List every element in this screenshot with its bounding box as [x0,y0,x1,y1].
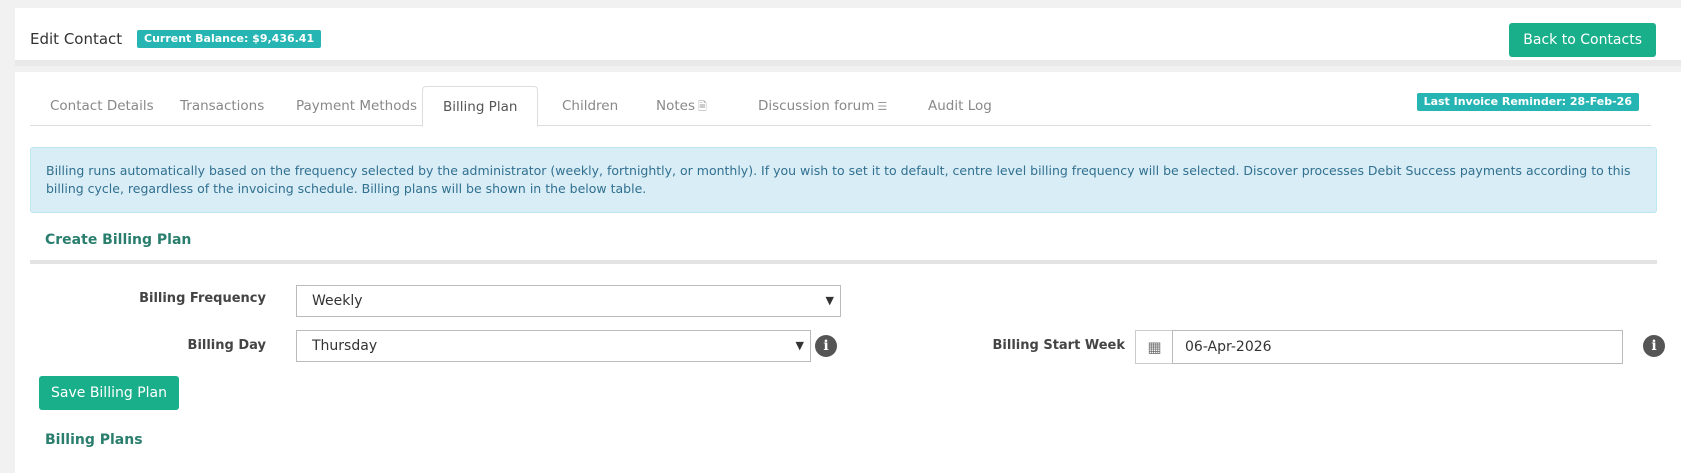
create-billing-plan-title: Create Billing Plan [45,232,192,248]
billing-day-value: Thursday [312,338,378,354]
chevron-down-icon: ▼ [795,339,804,352]
billing-frequency-select[interactable]: Weekly ▼ [296,285,841,317]
last-invoice-reminder-badge: Last Invoice Reminder: 28-Feb-26 [1416,93,1639,111]
tab-bar: Contact Details Transactions Payment Met… [30,86,1651,127]
tab-label: Billing Plan [443,99,518,115]
billing-start-week-label: Billing Start Week [992,338,1125,353]
billing-day-select[interactable]: Thursday ▼ [296,330,811,362]
tab-contact-details[interactable]: Contact Details [30,86,174,126]
main-panel: Contact Details Transactions Payment Met… [15,72,1681,473]
tab-label: Discussion forum [758,98,875,114]
document-icon: 🗎 [698,100,707,113]
forum-icon: ☰ [877,100,888,113]
billing-frequency-label: Billing Frequency [139,291,266,306]
tab-audit-log[interactable]: Audit Log [908,86,1012,126]
billing-start-week-input[interactable]: 06-Apr-2026 [1172,330,1623,364]
tab-label: Children [562,98,619,114]
billing-info-alert: Billing runs automatically based on the … [30,147,1657,213]
tab-label: Contact Details [50,98,154,114]
tab-transactions[interactable]: Transactions [160,86,284,126]
back-to-contacts-button[interactable]: Back to Contacts [1509,23,1656,57]
page-title: Edit Contact [30,30,123,48]
tab-payment-methods[interactable]: Payment Methods [276,86,437,126]
billing-plans-title: Billing Plans [45,432,143,448]
billing-start-week-info-icon[interactable]: i [1643,335,1665,357]
current-balance-badge: Current Balance: $9,436.41 [137,30,322,48]
tab-label: Transactions [180,98,265,114]
tab-discussion-forum[interactable]: Discussion forum ☰ [738,86,907,126]
billing-day-label: Billing Day [187,338,266,353]
tab-children[interactable]: Children [542,86,638,126]
tab-notes[interactable]: Notes 🗎 [636,86,727,126]
billing-day-info-icon[interactable]: i [815,335,837,357]
header-panel: Edit Contact Current Balance: $9,436.41 … [15,8,1681,66]
tab-billing-plan[interactable]: Billing Plan [422,86,539,127]
tab-label: Notes [656,98,695,114]
calendar-icon[interactable]: ▦ [1135,330,1173,364]
billing-frequency-value: Weekly [312,293,363,309]
save-billing-plan-button[interactable]: Save Billing Plan [39,376,179,410]
section-divider [30,260,1657,264]
tab-label: Payment Methods [296,98,418,114]
chevron-down-icon: ▼ [825,294,834,307]
tab-label: Audit Log [928,98,992,114]
